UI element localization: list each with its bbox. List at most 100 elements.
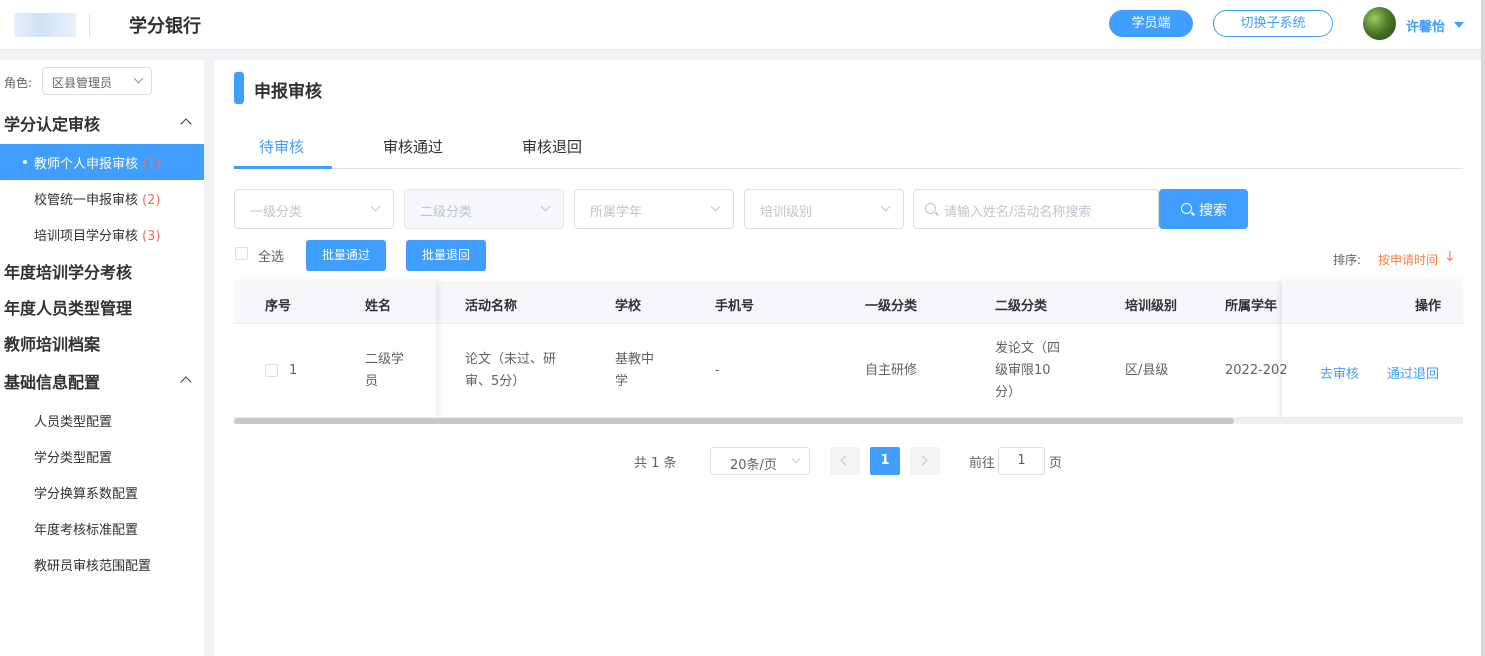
select-placeholder: 二级分类 — [420, 205, 473, 220]
top-header: 学分银行 学员端 切换子系统 许馨怡 — [0, 0, 1485, 50]
arrow-down-icon[interactable]: ↓ — [1444, 249, 1456, 265]
page-title: 申报审核 — [254, 82, 322, 102]
student-portal-button[interactable]: 学员端 — [1109, 10, 1193, 37]
cell-category2: 发论文（四 级审限10 分） — [995, 338, 1060, 404]
vertical-scrollbar[interactable] — [1481, 0, 1485, 656]
cell-text: 基教中 — [615, 352, 655, 367]
column-header: 二级分类 — [995, 299, 1048, 314]
cell-text: 学 — [615, 374, 629, 389]
select-placeholder: 培训级别 — [760, 205, 813, 220]
fixed-left-columns-shadow — [234, 281, 436, 418]
column-header: 手机号 — [715, 299, 755, 314]
sidebar-item-researcher-scope-config[interactable]: 教研员审核范围配置 — [0, 546, 204, 582]
search-input[interactable]: 请输入姓名/活动名称搜索 — [913, 189, 1159, 229]
goto-page-input[interactable]: 1 — [998, 447, 1045, 475]
sidebar-item-label: 学分类型配置 — [34, 451, 113, 466]
role-select-value: 区县管理员 — [52, 76, 113, 90]
cell-activity: 论文（未过、研 审、5分） — [465, 349, 556, 393]
level2-category-select[interactable]: 二级分类 — [404, 189, 564, 229]
role-select[interactable]: 区县管理员 — [42, 67, 152, 95]
go-review-link[interactable]: 去审核 — [1320, 363, 1359, 382]
count-badge: (2) — [142, 193, 161, 208]
cell-text: 分） — [995, 385, 1022, 400]
cell-school: 基教中 学 — [615, 349, 654, 393]
switch-subsystem-button[interactable]: 切换子系统 — [1213, 10, 1333, 37]
user-name[interactable]: 许馨怡 — [1406, 16, 1445, 35]
menu-group-basic-config[interactable]: 基础信息配置 — [4, 369, 100, 393]
batch-return-button[interactable]: 批量退回 — [406, 240, 486, 271]
menu-group-staff-type[interactable]: 年度人员类型管理 — [4, 295, 132, 319]
sidebar: 角色: 区县管理员 学分认定审核 教师个人申报审核 (1) 校管统一申报审核 (2)… — [0, 60, 204, 656]
column-header: 活动名称 — [465, 299, 518, 314]
sidebar-item-school-review[interactable]: 校管统一申报审核 (2) — [0, 180, 204, 216]
page-size-select[interactable]: 20条/页 — [710, 447, 810, 475]
review-table: 序号 姓名 活动名称 学校 手机号 一级分类 二级分类 培训级别 所属学年 操作… — [234, 281, 1463, 424]
sidebar-item-label: 培训项目学分审核 — [34, 229, 139, 244]
chevron-down-icon — [880, 201, 891, 212]
page-suffix: 页 — [1049, 456, 1063, 471]
select-placeholder: 所属学年 — [590, 205, 643, 220]
batch-pass-button[interactable]: 批量通过 — [306, 240, 386, 271]
search-icon — [925, 203, 936, 214]
fixed-actions-column: 去审核 通过 退回 — [1282, 281, 1463, 418]
sidebar-item-project-review[interactable]: 培训项目学分审核 (3) — [0, 216, 204, 252]
chevron-left-icon — [840, 455, 851, 466]
menu-group-annual-assessment[interactable]: 年度培训学分考核 — [4, 259, 132, 283]
main-content: 申报审核 待审核 审核通过 审核退回 一级分类 二级分类 所属学年 培训级别 请… — [214, 60, 1485, 656]
pass-link[interactable]: 通过 — [1387, 363, 1413, 382]
cell-category1: 自主研修 — [865, 363, 918, 378]
school-year-select[interactable]: 所属学年 — [574, 189, 734, 229]
chevron-down-icon — [370, 201, 381, 212]
chevron-up-icon[interactable] — [180, 118, 192, 130]
column-header: 学校 — [615, 299, 642, 314]
select-all-checkbox[interactable] — [235, 247, 248, 260]
count-badge: (1) — [142, 157, 161, 172]
pagination-total: 共 1 条 — [634, 456, 677, 471]
select-all-label[interactable]: 全选 — [258, 246, 284, 265]
next-page-button[interactable] — [910, 447, 940, 475]
sidebar-item-teacher-review[interactable]: 教师个人申报审核 (1) — [0, 144, 204, 180]
training-level-select[interactable]: 培训级别 — [744, 189, 904, 229]
sidebar-item-credit-type-config[interactable]: 学分类型配置 — [0, 438, 204, 474]
column-header: 培训级别 — [1125, 299, 1178, 314]
cell-phone: - — [715, 363, 720, 378]
cell-text: 论文（未过、研 — [465, 352, 557, 367]
sidebar-item-staff-type-config[interactable]: 人员类型配置 — [0, 402, 204, 438]
caret-down-icon[interactable] — [1454, 22, 1464, 28]
page-number-current[interactable]: 1 — [870, 447, 900, 475]
tab-returned[interactable]: 审核退回 — [522, 136, 582, 157]
sidebar-item-annual-standard-config[interactable]: 年度考核标准配置 — [0, 510, 204, 546]
scrollbar-thumb[interactable] — [234, 418, 1234, 424]
chevron-down-icon — [710, 201, 721, 212]
tabs-divider — [234, 168, 1463, 169]
tab-pending[interactable]: 待审核 — [259, 136, 304, 157]
avatar[interactable] — [1363, 7, 1396, 40]
sidebar-item-label: 人员类型配置 — [34, 415, 113, 430]
chevron-right-icon — [917, 455, 928, 466]
search-button-label: 搜索 — [1199, 203, 1227, 219]
menu-group-teacher-archive[interactable]: 教师培训档案 — [4, 331, 100, 355]
level1-category-select[interactable]: 一级分类 — [234, 189, 394, 229]
column-header: 一级分类 — [865, 299, 918, 314]
search-button[interactable]: 搜索 — [1159, 189, 1248, 229]
tab-approved[interactable]: 审核通过 — [383, 136, 443, 157]
sort-by-apply-time[interactable]: 按申请时间 — [1378, 251, 1438, 268]
active-dot-icon — [23, 160, 27, 164]
cell-text: 级审限10 — [995, 363, 1051, 378]
prev-page-button[interactable] — [830, 447, 860, 475]
sidebar-item-label: 学分换算系数配置 — [34, 487, 139, 502]
chevron-up-icon[interactable] — [180, 376, 192, 388]
search-icon — [1181, 203, 1192, 214]
header-divider — [89, 14, 90, 36]
sort-label: 排序: — [1333, 253, 1362, 267]
menu-group-credit-review[interactable]: 学分认定审核 — [4, 111, 100, 135]
chevron-down-icon — [791, 454, 801, 464]
cell-year: 2022-202 — [1225, 363, 1288, 378]
cell-text: 发论文（四 — [995, 341, 1061, 356]
count-badge: (3) — [142, 229, 161, 244]
sidebar-item-conversion-config[interactable]: 学分换算系数配置 — [0, 474, 204, 510]
chevron-down-icon — [540, 201, 551, 212]
return-link[interactable]: 退回 — [1413, 363, 1439, 382]
app-title: 学分银行 — [129, 16, 201, 37]
horizontal-scrollbar[interactable] — [234, 418, 1463, 424]
